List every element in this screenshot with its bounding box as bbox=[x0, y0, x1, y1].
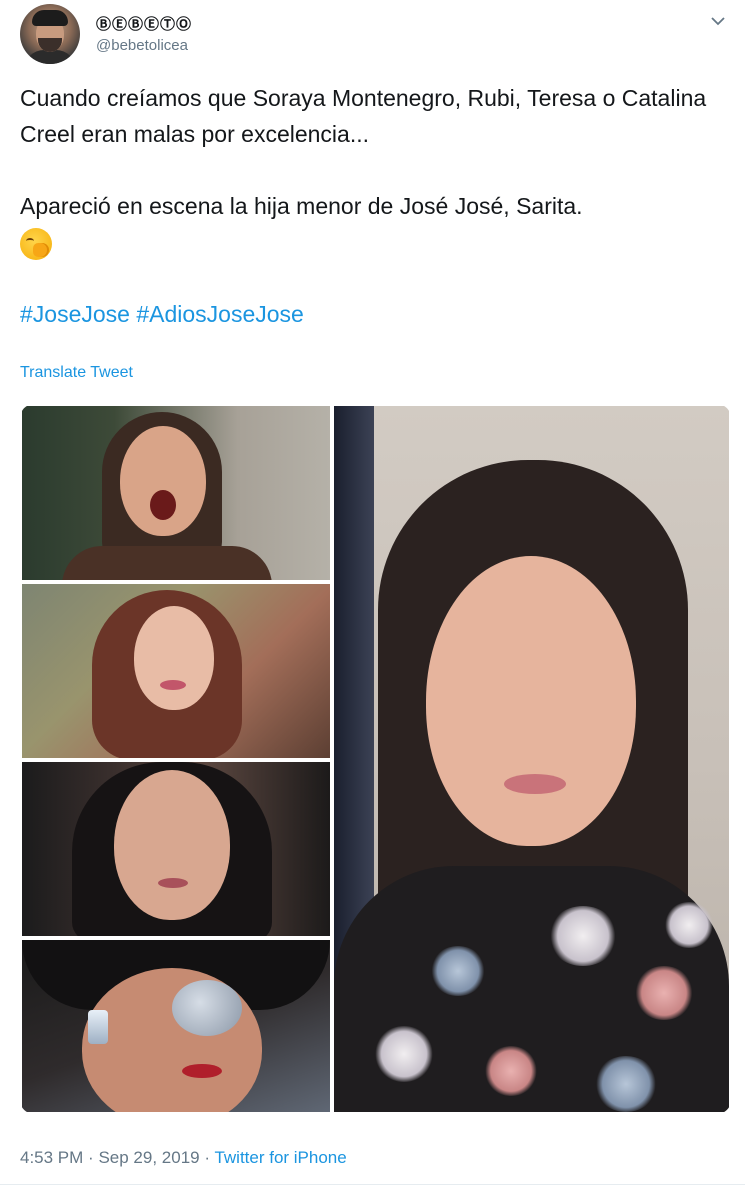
meta-separator: · bbox=[204, 1148, 211, 1167]
tweet-meta: 4:53 PM · Sep 29, 2019 · Twitter for iPh… bbox=[20, 1148, 347, 1168]
translate-tweet-link[interactable]: Translate Tweet bbox=[20, 364, 133, 382]
tweet-text-line1: Cuando creíamos que Soraya Montenegro, R… bbox=[20, 85, 707, 147]
tweet-time[interactable]: 4:53 PM bbox=[20, 1148, 83, 1167]
hashtag-josejose-link[interactable]: #JoseJose bbox=[20, 301, 130, 327]
chevron-down-icon[interactable] bbox=[707, 12, 729, 30]
user-handle[interactable]: @bebetolicea bbox=[96, 37, 188, 54]
face-with-hand-over-mouth-emoji-icon bbox=[20, 227, 52, 260]
divider bbox=[0, 1184, 745, 1185]
media-main-image[interactable] bbox=[334, 406, 729, 1112]
tweet-date[interactable]: Sep 29, 2019 bbox=[98, 1148, 199, 1167]
hashtag-list: #JoseJose #AdiosJoseJose bbox=[20, 296, 730, 332]
tweet-text-line2: Apareció en escena la hija menor de José… bbox=[20, 193, 583, 219]
tweet-source-link[interactable]: Twitter for iPhone bbox=[214, 1148, 346, 1167]
media-thumbnail-1[interactable] bbox=[22, 406, 330, 580]
media-thumbnail-4[interactable] bbox=[22, 940, 330, 1112]
avatar[interactable] bbox=[20, 4, 80, 64]
tweet-header: ⒷⒺⒷⒺⓉⓄ @bebetolicea bbox=[20, 4, 735, 68]
media-thumbnail-2[interactable] bbox=[22, 584, 330, 758]
meta-separator: · bbox=[88, 1148, 94, 1167]
display-name[interactable]: ⒷⒺⒷⒺⓉⓄ bbox=[96, 13, 192, 34]
media-grid bbox=[20, 404, 731, 1114]
tweet-text: Cuando creíamos que Soraya Montenegro, R… bbox=[20, 80, 730, 332]
media-thumbnail-3[interactable] bbox=[22, 762, 330, 936]
hashtag-adiosjosejose-link[interactable]: #AdiosJoseJose bbox=[136, 301, 304, 327]
